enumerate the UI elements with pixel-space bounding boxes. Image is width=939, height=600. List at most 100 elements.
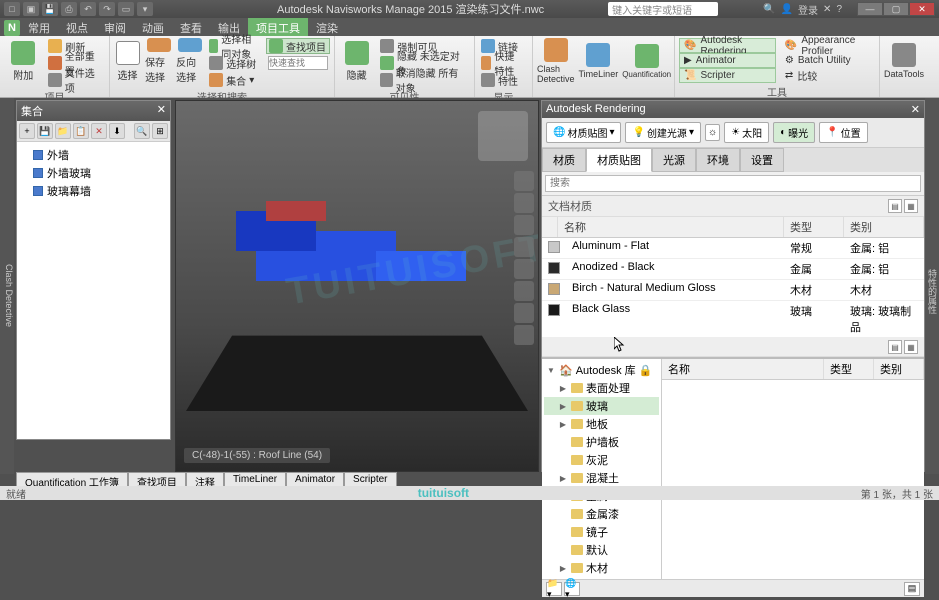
sets-dropdown-button[interactable]: 集合 ▾ <box>207 72 262 88</box>
set-item-1[interactable]: 外墙玻璃 <box>21 164 166 182</box>
material-row[interactable]: Anodized - Black金属金属: 铝 <box>542 259 924 280</box>
material-search-input[interactable] <box>545 175 921 192</box>
lib-col-name[interactable]: 名称 <box>662 359 824 379</box>
exposure-toggle[interactable]: ◐曝光 <box>773 122 815 143</box>
clash-detective-button[interactable]: Clash Detective <box>537 38 575 84</box>
nav-fly-icon[interactable] <box>514 303 534 323</box>
subtab-environment[interactable]: 环境 <box>696 148 740 172</box>
batch-utility-button[interactable]: ⚙Batch Utility <box>780 53 875 68</box>
save-selection-button[interactable]: 保存选择 <box>145 38 172 84</box>
set-item-0[interactable]: 外墙 <box>21 146 166 164</box>
select-same-button[interactable]: 选择相同对象 <box>207 38 262 54</box>
find-items-button[interactable]: 查找项目 <box>266 38 330 54</box>
sets-folder-icon[interactable]: 📁 <box>55 123 71 139</box>
material-row[interactable]: Black Glass玻璃玻璃: 玻璃制品 <box>542 301 924 338</box>
selection-tree-button[interactable]: 选择树 <box>207 55 262 71</box>
unhide-all-button[interactable]: 取消隐藏 所有对象 <box>378 72 470 88</box>
nav-orbit-icon[interactable] <box>514 237 534 257</box>
nav-wheel-icon[interactable] <box>514 171 534 191</box>
tab-review[interactable]: 审阅 <box>96 18 134 36</box>
material-mapping-dropdown[interactable]: 🌐材质贴图 ▾ <box>546 122 621 143</box>
help-search-input[interactable]: 键入关键字或短语 <box>608 2 718 16</box>
quick-find-input[interactable] <box>266 55 330 71</box>
subtab-material-mapping[interactable]: 材质贴图 <box>586 148 652 172</box>
viewcube[interactable] <box>478 111 528 161</box>
lib-col-type[interactable]: 类型 <box>824 359 874 379</box>
help-icon[interactable]: ? <box>836 4 842 15</box>
right-dock-tabs[interactable]: 特性的属性 <box>925 98 939 474</box>
lib-grid-view-icon[interactable]: ▦ <box>904 340 918 354</box>
select-button[interactable]: 选择 <box>114 38 141 84</box>
lib-node[interactable]: 金属漆 <box>544 505 659 523</box>
quantification-button[interactable]: Quantification <box>622 38 671 84</box>
lib-node[interactable]: ▶木材 <box>544 559 659 577</box>
lib-node[interactable]: ▶表面处理 <box>544 379 659 397</box>
qat-dropdown-icon[interactable]: ▾ <box>137 2 153 16</box>
material-row[interactable]: Birch - Natural Medium Gloss木材木材 <box>542 280 924 301</box>
lib-node-selected[interactable]: ▶玻璃 <box>544 397 659 415</box>
exchange-icon[interactable]: ✕ <box>823 4 831 15</box>
login-link[interactable]: 登录 <box>798 2 818 17</box>
lib-properties-icon[interactable]: ▤ <box>904 582 920 596</box>
lib-node[interactable]: 护墙板 <box>544 433 659 451</box>
datatools-button[interactable]: DataTools <box>884 38 924 84</box>
lib-filter-icon[interactable]: 🌐▾ <box>564 582 580 596</box>
nav-look-icon[interactable] <box>514 259 534 279</box>
qat-select-icon[interactable]: ▭ <box>118 2 134 16</box>
lib-node[interactable]: ▶混凝土 <box>544 469 659 487</box>
sun-settings-button[interactable]: ☼ <box>705 124 720 141</box>
lib-manage-icon[interactable]: 📁▾ <box>546 582 562 596</box>
qat-open-icon[interactable]: ▣ <box>23 2 39 16</box>
grid-view-icon[interactable]: ▦ <box>904 199 918 213</box>
subtab-settings[interactable]: 设置 <box>740 148 784 172</box>
set-item-2[interactable]: 玻璃幕墙 <box>21 182 166 200</box>
3d-viewport[interactable]: TUITUISOFT C(-48)-1(-55) : Roof Line (54… <box>175 100 539 472</box>
nav-camera-icon[interactable] <box>514 325 534 345</box>
tab-viewpoint[interactable]: 视点 <box>58 18 96 36</box>
nav-pan-icon[interactable] <box>514 193 534 213</box>
close-button[interactable]: ✕ <box>909 2 935 16</box>
app-menu-icon[interactable]: N <box>4 20 20 36</box>
nav-walk-icon[interactable] <box>514 281 534 301</box>
sun-toggle[interactable]: ☀太阳 <box>724 122 769 143</box>
create-light-dropdown[interactable]: 💡创建光源 ▾ <box>625 122 700 143</box>
lib-col-cat[interactable]: 类别 <box>874 359 924 379</box>
sets-search-icon[interactable]: 🔍 <box>134 123 150 139</box>
tab-view[interactable]: 查看 <box>172 18 210 36</box>
quick-props-button[interactable]: 快捷 特性 <box>479 55 528 71</box>
qat-save-icon[interactable]: 💾 <box>42 2 58 16</box>
lib-node[interactable]: 灰泥 <box>544 451 659 469</box>
appearance-profiler-button[interactable]: 🎨Appearance Profiler <box>780 38 875 53</box>
sets-save-icon[interactable]: 💾 <box>37 123 53 139</box>
col-name[interactable]: 名称 <box>558 217 784 237</box>
col-type[interactable]: 类型 <box>784 217 844 237</box>
append-button[interactable]: 附加 <box>4 38 42 84</box>
sets-delete-icon[interactable]: ✕ <box>91 123 107 139</box>
subtab-materials[interactable]: 材质 <box>542 148 586 172</box>
sets-panel-close-icon[interactable]: ✕ <box>157 103 166 119</box>
subtab-lights[interactable]: 光源 <box>652 148 696 172</box>
qat-redo-icon[interactable]: ↷ <box>99 2 115 16</box>
animator-button[interactable]: ▶Animator <box>679 53 776 68</box>
lib-root-node[interactable]: ▼🏠Autodesk 库🔒 <box>544 361 659 379</box>
location-button[interactable]: 📍位置 <box>819 122 867 143</box>
properties-button[interactable]: 特性 <box>479 72 528 88</box>
lib-node[interactable]: 镜子 <box>544 523 659 541</box>
lib-node[interactable]: 默认 <box>544 541 659 559</box>
timeliner-button[interactable]: TimeLiner <box>579 38 619 84</box>
qat-new-icon[interactable]: □ <box>4 2 20 16</box>
maximize-button[interactable]: ▢ <box>883 2 909 16</box>
tab-animation[interactable]: 动画 <box>134 18 172 36</box>
qat-undo-icon[interactable]: ↶ <box>80 2 96 16</box>
col-category[interactable]: 类别 <box>844 217 924 237</box>
autodesk-rendering-button[interactable]: 🎨Autodesk Rendering <box>679 38 776 53</box>
minimize-button[interactable]: — <box>857 2 883 16</box>
lib-list-view-icon[interactable]: ▤ <box>888 340 902 354</box>
material-row[interactable]: Aluminum - Flat常规金属: 铝 <box>542 238 924 259</box>
sets-import-icon[interactable]: ⬇ <box>109 123 125 139</box>
nav-zoom-icon[interactable] <box>514 215 534 235</box>
user-icon[interactable]: 👤 <box>781 4 793 15</box>
qat-print-icon[interactable]: ⎙ <box>61 2 77 16</box>
tab-home[interactable]: 常用 <box>20 18 58 36</box>
sets-add-icon[interactable]: + <box>19 123 35 139</box>
